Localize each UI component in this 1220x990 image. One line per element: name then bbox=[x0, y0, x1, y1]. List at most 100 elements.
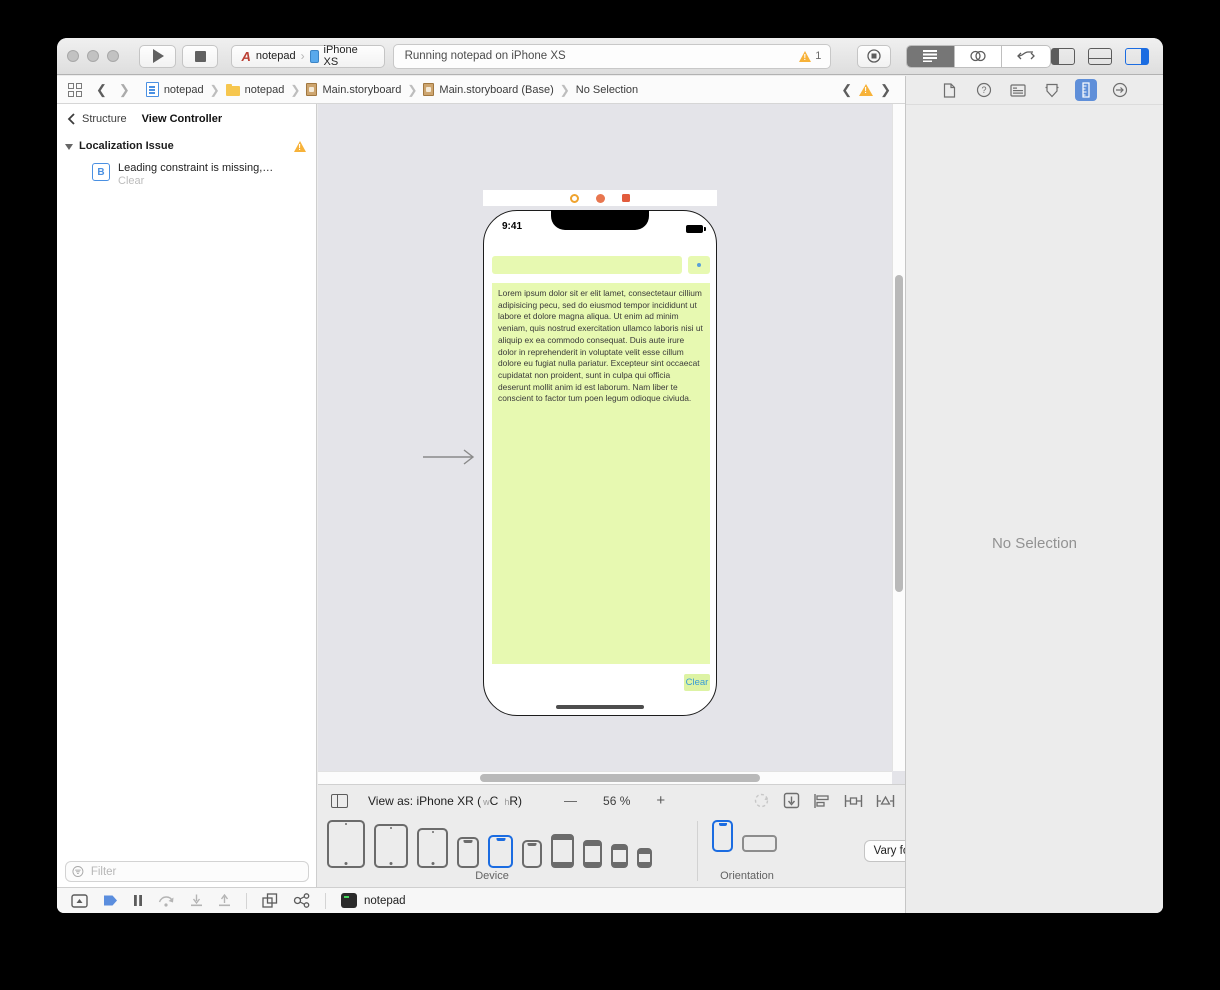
issue-group-row[interactable]: Localization Issue bbox=[57, 132, 316, 156]
embed-in-stack-icon[interactable] bbox=[783, 792, 800, 809]
issue-clear-action[interactable]: Clear bbox=[118, 175, 144, 187]
add-note-button[interactable] bbox=[688, 256, 710, 274]
hide-debug-area-icon[interactable] bbox=[71, 894, 88, 908]
step-out-icon[interactable] bbox=[218, 894, 231, 907]
orientation-portrait-button[interactable] bbox=[712, 820, 733, 852]
file-inspector-tab[interactable] bbox=[939, 79, 961, 101]
filter-field[interactable] bbox=[65, 861, 309, 882]
version-editor-button[interactable] bbox=[1002, 46, 1050, 67]
text-field[interactable] bbox=[492, 256, 682, 274]
size-inspector-tab-selected[interactable] bbox=[1075, 79, 1097, 101]
back-chevron-icon[interactable] bbox=[67, 113, 75, 125]
window-controls bbox=[67, 50, 119, 62]
breadcrumb-label: Main.storyboard bbox=[322, 84, 401, 96]
related-items-icon[interactable] bbox=[68, 83, 82, 97]
divider bbox=[325, 893, 326, 909]
zoom-window-button[interactable] bbox=[107, 50, 119, 62]
scheme-project-label: notepad bbox=[256, 50, 296, 62]
horizontal-scrollbar-thumb[interactable] bbox=[480, 774, 760, 782]
quick-help-inspector-tab[interactable]: ? bbox=[973, 79, 995, 101]
interface-builder-canvas[interactable]: 9:41 Lorem ipsum dolor sit er elit lamet… bbox=[318, 104, 905, 784]
back-button[interactable]: ❮ bbox=[96, 82, 107, 98]
issue-row[interactable]: B Leading constraint is missing,… Clear bbox=[57, 156, 316, 188]
toggle-inspector-panel-button[interactable] bbox=[1125, 48, 1149, 65]
first-responder-icon[interactable] bbox=[596, 194, 605, 203]
ruler-icon bbox=[1080, 82, 1092, 98]
identity-card-icon bbox=[1010, 84, 1026, 97]
breakpoints-toggle-icon[interactable] bbox=[103, 894, 118, 907]
device-iphone-4s[interactable] bbox=[637, 848, 652, 868]
assistant-editor-button[interactable] bbox=[955, 46, 1003, 67]
attributes-badge-icon bbox=[1045, 83, 1059, 98]
device-iphone-xr-selected[interactable] bbox=[488, 835, 513, 868]
breadcrumb-label: notepad bbox=[245, 84, 285, 96]
iphone-xr-design-canvas[interactable]: 9:41 Lorem ipsum dolor sit er elit lamet… bbox=[483, 210, 717, 716]
connections-inspector-tab[interactable] bbox=[1109, 79, 1131, 101]
activity-status-field: Running notepad on iPhone XS 1 bbox=[393, 44, 832, 69]
device-iphone-xs[interactable] bbox=[522, 840, 542, 868]
device-ipad-small[interactable] bbox=[417, 828, 448, 868]
orientation-landscape-button[interactable] bbox=[742, 835, 777, 852]
view-hierarchy-debugger-icon[interactable] bbox=[262, 893, 278, 908]
zoom-in-button[interactable]: + bbox=[656, 792, 665, 809]
identity-inspector-tab[interactable] bbox=[1007, 79, 1029, 101]
align-icon[interactable] bbox=[813, 793, 831, 809]
breadcrumb-item-project[interactable]: notepad bbox=[146, 82, 204, 97]
device-ipad-large[interactable] bbox=[327, 820, 365, 868]
clear-button[interactable]: Clear bbox=[684, 674, 710, 691]
stop-button[interactable] bbox=[182, 45, 219, 68]
memory-graph-icon[interactable] bbox=[293, 893, 310, 908]
standard-editor-button[interactable] bbox=[907, 46, 955, 67]
device-iphone-se[interactable] bbox=[611, 844, 628, 868]
debug-process-tab[interactable]: notepad bbox=[341, 893, 406, 908]
step-into-icon[interactable] bbox=[190, 894, 203, 907]
breadcrumb-item-storyboard-base[interactable]: Main.storyboard (Base) bbox=[423, 83, 553, 96]
zoom-out-button[interactable]: — bbox=[564, 793, 577, 808]
device-ipad-medium[interactable] bbox=[374, 824, 408, 868]
toggle-navigator-panel-button[interactable] bbox=[1051, 48, 1075, 65]
storyboard-entry-point-arrow[interactable] bbox=[422, 448, 480, 466]
grid-square bbox=[76, 83, 82, 89]
toggle-debug-area-button[interactable] bbox=[1088, 48, 1112, 65]
add-constraints-icon[interactable] bbox=[844, 793, 863, 809]
device-iphone-8-plus[interactable] bbox=[551, 834, 574, 868]
breadcrumb-item-selection[interactable]: No Selection bbox=[576, 84, 638, 96]
pause-icon[interactable] bbox=[133, 894, 143, 907]
library-button[interactable] bbox=[857, 45, 891, 68]
navigator-header: Structure View Controller bbox=[57, 104, 316, 132]
status-message: Running notepad on iPhone XS bbox=[405, 50, 566, 62]
zoom-level[interactable]: 56 % bbox=[603, 794, 630, 808]
device-iphone-xs-max[interactable] bbox=[457, 837, 479, 868]
view-as-button[interactable]: View as: iPhone XR ( w C h R) bbox=[368, 794, 522, 808]
device-iphone-8[interactable] bbox=[583, 840, 602, 868]
filter-input[interactable] bbox=[89, 865, 302, 879]
breadcrumb-item-group[interactable]: notepad bbox=[226, 84, 285, 96]
view-controller-icon[interactable] bbox=[570, 194, 579, 203]
vertical-scrollbar-thumb[interactable] bbox=[895, 275, 903, 592]
panel-toggle-group bbox=[1051, 48, 1149, 65]
structure-back-link[interactable]: Structure bbox=[82, 113, 127, 125]
resolve-autolayout-icon[interactable] bbox=[876, 793, 895, 809]
warning-icon[interactable] bbox=[859, 84, 873, 96]
forward-button[interactable]: ❯ bbox=[119, 82, 130, 98]
close-window-button[interactable] bbox=[67, 50, 79, 62]
svg-text:?: ? bbox=[981, 85, 986, 95]
file-icon bbox=[943, 83, 956, 98]
update-frames-icon[interactable] bbox=[753, 792, 770, 809]
issue-text-block: Leading constraint is missing,… Clear bbox=[118, 162, 273, 188]
breadcrumb-item-storyboard[interactable]: Main.storyboard bbox=[306, 83, 401, 96]
scheme-selector[interactable]: A notepad › iPhone XS bbox=[231, 45, 384, 68]
step-over-icon[interactable] bbox=[158, 894, 175, 907]
attributes-inspector-tab[interactable] bbox=[1041, 79, 1063, 101]
horizontal-scrollbar[interactable] bbox=[318, 771, 892, 784]
previous-issue-button[interactable]: ❮ bbox=[841, 82, 852, 98]
next-issue-button[interactable]: ❯ bbox=[880, 82, 891, 98]
disclosure-triangle-icon[interactable] bbox=[65, 144, 73, 150]
document-outline-toggle-icon[interactable] bbox=[331, 794, 348, 808]
minimize-window-button[interactable] bbox=[87, 50, 99, 62]
vertical-scrollbar[interactable] bbox=[892, 104, 905, 771]
run-button[interactable] bbox=[139, 45, 176, 68]
text-view[interactable]: Lorem ipsum dolor sit er elit lamet, con… bbox=[492, 283, 710, 664]
warning-counter[interactable]: 1 bbox=[799, 50, 821, 62]
exit-segue-icon[interactable] bbox=[622, 194, 630, 202]
